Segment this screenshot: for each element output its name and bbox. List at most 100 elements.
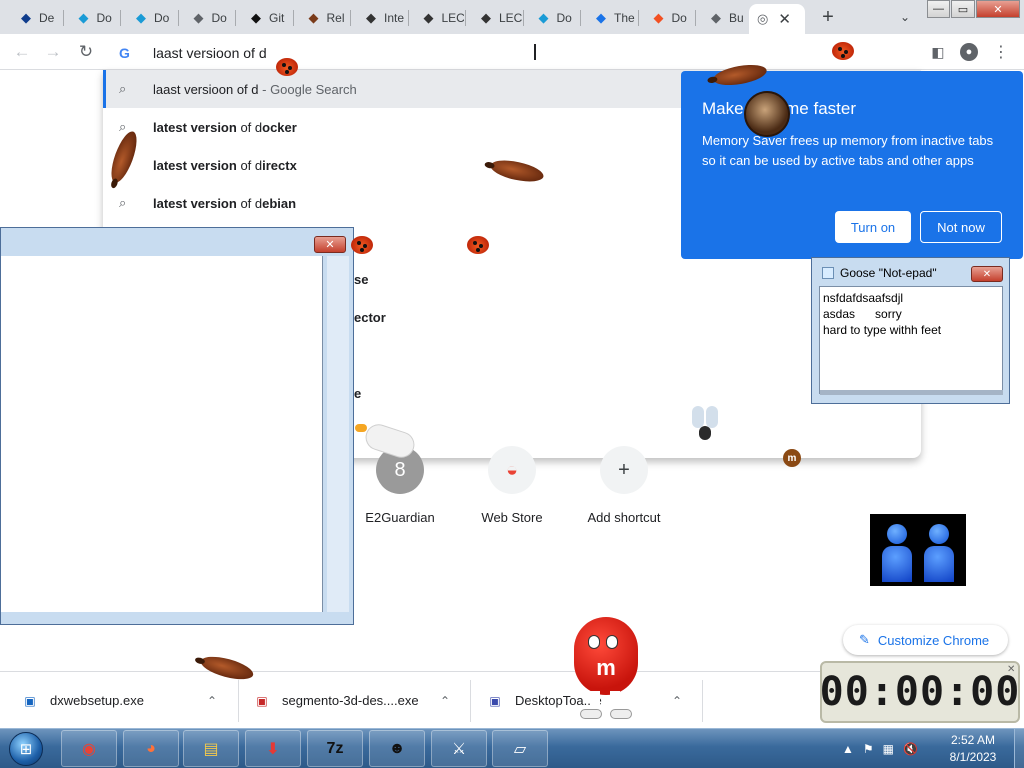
profile-icon[interactable]: ● [960,43,978,61]
not-now-button[interactable]: Not now [920,211,1002,243]
down-arrow-logo-icon: ◆ [78,10,89,25]
institution-icon: ◆ [366,10,376,25]
memory-saver-promo: Make Chrome faster Memory Saver frees up… [681,71,1023,259]
tab-2[interactable]: ◆ Do [121,4,177,32]
7zip-icon: 7z [326,739,344,757]
shortcut-web-store[interactable]: ◒ Web Store [457,446,567,526]
download-item[interactable]: ▣ dxwebsetup.exe ⌃ [22,672,232,729]
close-tab-icon[interactable]: ✕ [778,10,791,28]
tab-4[interactable]: ◆ Git [236,4,292,32]
taskbar-app-sword-app[interactable]: ⚔ [431,730,487,767]
download-item[interactable]: ▣ segmento-3d-des....exe ⌃ [254,672,464,729]
chevron-up-icon[interactable]: ⌃ [207,694,217,708]
taskbar-app-file-explorer[interactable]: ▤ [183,730,239,767]
notepad-icon: ▱ [513,740,527,758]
ladybug-pet [276,58,298,76]
tab-12[interactable]: ◆ Bu [696,4,752,32]
taskbar-app-7zip[interactable]: 7z [307,730,363,767]
notepad-scrollbar[interactable] [820,390,1003,395]
tab-3[interactable]: ◆ Do [179,4,235,32]
shortcut-label: E2Guardian [365,510,435,525]
address-bar[interactable]: G laast versioon of d [103,37,921,69]
side-panel-icon[interactable]: ◧ [929,43,947,61]
tab-7[interactable]: ◆ LEC [409,4,465,32]
sword-app-icon: ⚔ [451,740,467,758]
chevron-up-icon[interactable]: ⌃ [672,694,682,708]
tab-9[interactable]: ◆ Do [524,4,580,32]
tab-5[interactable]: ◆ Rel [294,4,350,32]
customize-chrome-button[interactable]: ✎ Customize Chrome [843,625,1008,655]
customize-label: Customize Chrome [877,632,990,648]
chevron-up-icon[interactable]: ⌃ [440,694,450,708]
taskbar-app-notepad[interactable]: ▱ [492,730,548,767]
taskbar-app-chrome[interactable]: ◉ [61,730,117,767]
shortcut-label: Add shortcut [587,510,661,525]
back-button[interactable]: ← [10,40,34,64]
tab-separator [580,10,581,26]
mm-character-pet: m [566,605,666,725]
window-close-button[interactable]: ✕ [314,236,346,253]
tab-separator [62,10,64,26]
notepad-close-button[interactable]: ✕ [971,266,1003,282]
window-close-button[interactable]: ✕ [976,0,1020,18]
address-input[interactable]: laast versioon of d [153,45,267,61]
turn-on-button[interactable]: Turn on [835,211,911,243]
promo-body: Memory Saver frees up memory from inacti… [702,133,994,168]
tab-separator [637,10,639,26]
tab-10[interactable]: ◆ The [581,4,637,32]
action-center-icon[interactable]: ⚑ [863,742,874,756]
menu-icon[interactable]: ⋮ [992,43,1010,61]
fly-pet [690,404,720,444]
tab-6[interactable]: ◆ Inte [351,4,407,32]
volume-muted-icon[interactable]: 🔇 [903,742,918,756]
show-hidden-icons[interactable]: ▲ [842,742,854,756]
taskbar-app-penguin-app[interactable]: ☻ [369,730,425,767]
blank-window[interactable]: ✕ [0,227,354,625]
show-desktop-button[interactable] [1014,729,1024,768]
tab-8[interactable]: ◆ LEC [466,4,522,32]
window-scrollbar[interactable] [327,256,349,612]
reload-button[interactable]: ↻ [74,40,98,64]
start-button[interactable]: ⊞ [4,731,48,767]
taskbar-app-downloader[interactable]: ⬇ [245,730,301,767]
tab-active[interactable]: ◎ ✕ [749,4,805,34]
new-tab-button[interactable]: + [815,4,841,30]
divider [470,680,471,722]
tab-1[interactable]: ◆ Do [64,4,120,32]
suggestion-fragment[interactable]: ector [354,310,386,325]
tab-separator [407,10,409,26]
tab-11[interactable]: ◆ Do [639,4,695,32]
suggestion-text: of d [236,157,263,173]
tab-0[interactable]: ◆ De [6,4,62,32]
tab-label: LEC [441,11,465,25]
taskbar-app-firefox[interactable]: ◕ [123,730,179,767]
forward-button[interactable]: → [41,40,65,64]
chrome-icon: ◉ [82,740,96,758]
timer-close-icon[interactable]: ✕ [1007,664,1015,675]
tab-search-button[interactable]: ⌄ [895,6,915,28]
minimize-button[interactable]: — [927,0,950,18]
suggestion-fragment[interactable]: e [354,386,361,401]
down-arrow-logo-icon: ◆ [136,10,146,25]
suggestion-bold: irectx [262,157,297,173]
goose-sprite-ball [744,91,790,137]
timer-display: 00:00:00 [820,661,1020,723]
suggestion-source: - Google Search [258,81,357,97]
downloads-bar: ▣ dxwebsetup.exe ⌃ ▣ segmento-3d-des....… [0,671,820,728]
tab-separator [350,10,351,26]
notepad-text-area[interactable]: nsfdafdsaafsdjl asdas sorry hard to type… [819,286,1003,394]
suggestion-fragment[interactable]: se [354,272,368,287]
ladybug-pet [832,42,854,60]
tab-label: Do [556,11,572,25]
network-icon[interactable]: ▦ [883,742,894,756]
maximize-button[interactable]: ▭ [951,0,975,18]
notepad-icon [822,267,834,279]
clock-time: 2:52 AM [950,733,996,747]
clock[interactable]: 2:52 AM 8/1/2023 [935,732,1011,766]
goose-notepad-window[interactable]: Goose "Not-epad" ✕ nsfdafdsaafsdjl asdas… [811,257,1010,404]
clock-date: 8/1/2023 [949,750,997,764]
firefox-icon: ◕ [146,739,156,757]
shortcut-label: Web Store [481,510,543,525]
users-icon [870,514,966,586]
shortcut-add[interactable]: + Add shortcut [569,446,679,526]
